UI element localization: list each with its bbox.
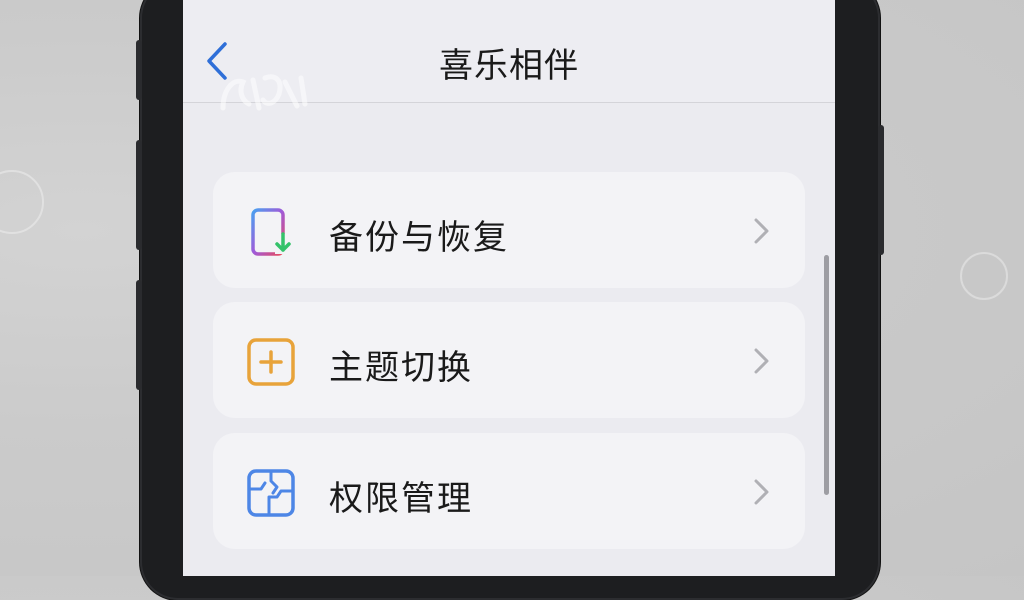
permission-management-icon <box>247 469 295 517</box>
theme-switch-icon <box>247 338 295 386</box>
phone-side-button <box>878 125 884 255</box>
background-ring-left <box>0 170 44 234</box>
background-ring-right <box>960 252 1008 300</box>
phone-side-button <box>136 140 142 250</box>
phone-side-button <box>136 40 142 100</box>
phone-side-button <box>136 280 142 390</box>
chevron-right-icon <box>754 479 769 505</box>
scrollbar[interactable] <box>824 255 829 495</box>
app-screen: 喜乐相伴 备份与恢复 主题切换 权限管理 <box>183 0 835 576</box>
menu-item-label: 权限管理 <box>329 479 473 519</box>
page-title: 喜乐相伴 <box>439 46 579 86</box>
menu-item-backup-restore[interactable]: 备份与恢复 <box>213 172 805 288</box>
nav-bar: 喜乐相伴 <box>183 0 835 111</box>
backup-restore-icon <box>251 208 291 256</box>
menu-item-theme-switch[interactable]: 主题切换 <box>213 302 805 418</box>
chevron-right-icon <box>754 348 769 374</box>
menu-item-label: 主题切换 <box>329 348 473 388</box>
menu-item-label: 备份与恢复 <box>329 218 509 258</box>
menu-item-permission-management[interactable]: 权限管理 <box>213 433 805 549</box>
chevron-right-icon <box>754 218 769 244</box>
